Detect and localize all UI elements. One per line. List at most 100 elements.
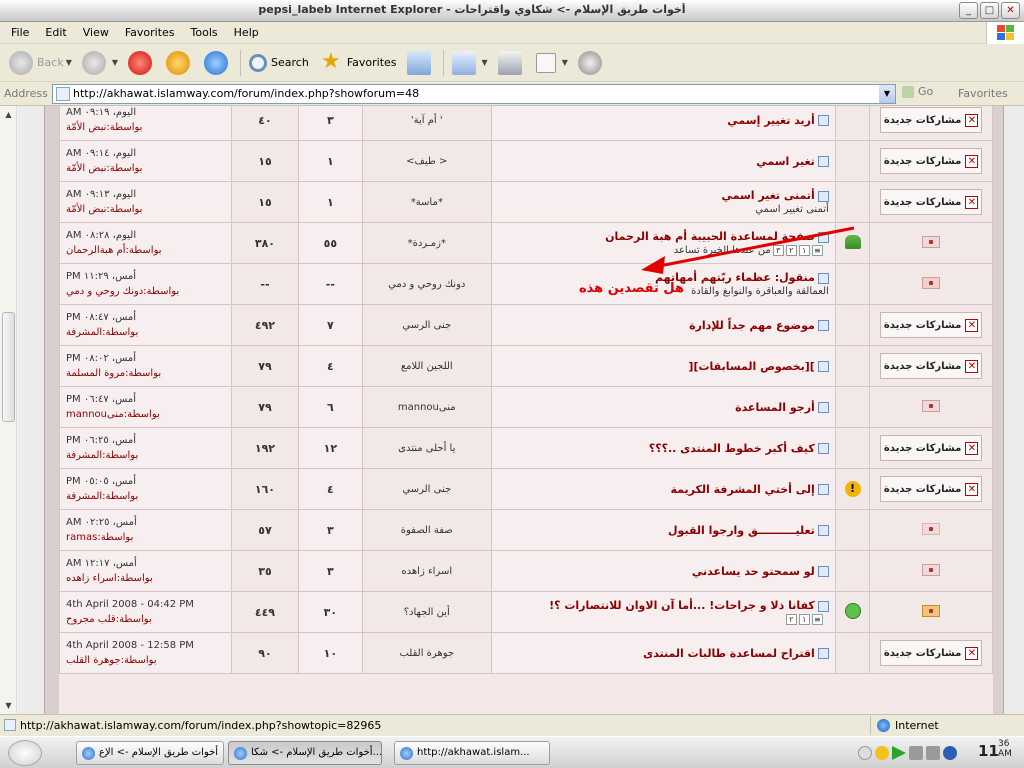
- last-post-author[interactable]: بواسطة:قلب مجروح: [66, 612, 225, 627]
- minimize-button[interactable]: _: [959, 2, 978, 19]
- topic-author[interactable]: *ماسة*: [362, 181, 492, 223]
- tray-antivirus-icon[interactable]: [943, 746, 957, 760]
- last-post-author[interactable]: بواسطة:دونك روحي و دمي: [66, 284, 225, 299]
- favorites-button[interactable]: ★ Favorites: [314, 47, 402, 79]
- topic-title-link[interactable]: تغير اسمي: [756, 155, 815, 168]
- new-posts-badge[interactable]: ✕ مشاركات جديدة: [879, 476, 983, 502]
- topic-author[interactable]: منىmannou: [362, 386, 492, 428]
- new-posts-badge[interactable]: ✕ مشاركات جديدة: [879, 640, 983, 666]
- forward-button[interactable]: ▼: [77, 47, 123, 79]
- tray-volume-icon[interactable]: [926, 746, 940, 760]
- menu-view[interactable]: View: [75, 26, 117, 39]
- last-post-author[interactable]: بواسطة:نبض الأمّة: [66, 120, 225, 135]
- tray-arrow-icon[interactable]: [858, 746, 872, 760]
- back-button[interactable]: Back ▼: [4, 47, 77, 79]
- new-posts-badge[interactable]: ✕ مشاركات جديدة: [879, 189, 983, 215]
- scroll-down-icon[interactable]: ▼: [0, 697, 17, 714]
- go-button[interactable]: Go: [902, 85, 933, 98]
- close-button[interactable]: ✕: [1001, 2, 1020, 19]
- messenger-button[interactable]: [573, 47, 611, 79]
- topic-author[interactable]: ' أم آية': [362, 106, 492, 141]
- topic-author[interactable]: جوهرة القلب: [362, 632, 492, 674]
- task-button-3[interactable]: http://akhawat.islam...: [394, 741, 550, 765]
- topic-title-link[interactable]: تعليــــــــــق وارجوا القبول: [668, 524, 815, 537]
- last-post-author[interactable]: بواسطة:المشرفة: [66, 489, 225, 504]
- last-post-author[interactable]: بواسطة:المشرفة: [66, 448, 225, 463]
- home-icon: [204, 50, 229, 75]
- topic-title-link[interactable]: أريد تغيير إسمي: [727, 114, 815, 127]
- last-post-author[interactable]: بواسطة:المشرفة: [66, 325, 225, 340]
- history-button[interactable]: [402, 47, 440, 79]
- last-post: أمس، ١١:٢٩ PM بواسطة:دونك روحي و دمي: [58, 263, 233, 305]
- topic-author[interactable]: *زمـردة*: [362, 222, 492, 264]
- new-posts-badge[interactable]: ✕ مشاركات جديدة: [879, 148, 983, 174]
- last-post-author[interactable]: بواسطة:مروة المسلمة: [66, 366, 225, 381]
- topic-author[interactable]: دونك روحي و دمي: [362, 263, 492, 305]
- last-post-author[interactable]: بواسطة:نبض الأمّة: [66, 202, 225, 217]
- last-post-author[interactable]: بواسطة:اسراء زاهده: [66, 571, 225, 586]
- topic-author[interactable]: يا أحلى منتدى: [362, 427, 492, 469]
- topic-author[interactable]: جنى الرسي: [362, 468, 492, 510]
- topic-title-link[interactable]: موضوع مهم جداً للإدارة: [689, 319, 815, 332]
- topic-title-link[interactable]: كيف أكبر خطوط المنتدى ..؟؟؟: [649, 442, 815, 455]
- page-icon: [56, 87, 70, 101]
- last-post-author[interactable]: بواسطة:نبض الأمّة: [66, 161, 225, 176]
- view-count: ٤٩٢: [231, 304, 299, 346]
- topic-author[interactable]: أين الجهاد؟: [362, 591, 492, 633]
- topic-title-link[interactable]: اقتراح لمساعدة طالبات المنتدى: [643, 647, 815, 660]
- tray-smiley-icon[interactable]: [875, 746, 889, 760]
- web-page: ✕ مشاركات جديدة أريد تغيير إسمي ' أم آية'…: [18, 106, 1024, 714]
- topic-title-link[interactable]: إلى أختي المشرفة الكريمة: [670, 483, 814, 496]
- last-post-author[interactable]: بواسطة:جوهرة القلب: [66, 653, 225, 668]
- scroll-up-icon[interactable]: ▲: [0, 106, 17, 123]
- topic-title-link[interactable]: لو سمحتو حد يساعدني: [692, 565, 815, 578]
- tray-network-icon[interactable]: [909, 746, 923, 760]
- print-button[interactable]: [493, 47, 531, 79]
- menu-tools[interactable]: Tools: [183, 26, 226, 39]
- mail-topic-icon: [922, 604, 941, 617]
- menu-edit[interactable]: Edit: [37, 26, 74, 39]
- stop-button[interactable]: [123, 47, 161, 79]
- task-button-2[interactable]: أخوات طريق الإسلام -> شكا...: [228, 741, 382, 765]
- topic-doc-icon: [817, 443, 829, 454]
- topic-title-link[interactable]: أرجو المساعدة: [735, 401, 815, 414]
- task-button-1[interactable]: أخوات طريق الإسلام -> الإع: [76, 741, 224, 765]
- topic-title-link[interactable]: ][بخصوص المسابقات][: [688, 360, 814, 373]
- scroll-thumb[interactable]: [2, 312, 15, 422]
- address-input[interactable]: http://akhawat.islamway.com/forum/index.…: [52, 84, 896, 104]
- edit-button[interactable]: ▼: [531, 47, 573, 79]
- new-posts-badge[interactable]: ✕ مشاركات جديدة: [879, 107, 983, 133]
- last-post-author[interactable]: بواسطة:منىmannou: [66, 407, 225, 422]
- topic-title-link[interactable]: أتمنى تغير اسمي: [721, 189, 814, 202]
- topic-author[interactable]: < طيف>: [362, 140, 492, 182]
- menu-file[interactable]: File: [3, 26, 37, 39]
- new-posts-badge[interactable]: ✕ مشاركات جديدة: [879, 312, 983, 338]
- home-button[interactable]: [199, 47, 237, 79]
- vertical-scrollbar[interactable]: ▲ ▼: [0, 106, 17, 714]
- window-title-bar[interactable]: pepsi_labeb Internet Explorer - أخوات طر…: [0, 0, 1024, 22]
- last-post-author[interactable]: بواسطة:ramas: [66, 530, 225, 545]
- topic-author[interactable]: جنى الرسي: [362, 304, 492, 346]
- address-dropdown[interactable]: ▼: [879, 85, 895, 103]
- links-favorites[interactable]: Favorites: [958, 87, 1008, 100]
- refresh-button[interactable]: [161, 47, 199, 79]
- topic-title-link[interactable]: كفانا ذلا و جراحات! ...أما آن الاوان للا…: [549, 599, 815, 612]
- topic-author[interactable]: اللجين اللامع: [362, 345, 492, 387]
- topic-author[interactable]: اسراء زاهده: [362, 550, 492, 592]
- topic-author[interactable]: صفة الصفوة: [362, 509, 492, 551]
- table-row: ✕ مشاركات جديدة اقتراح لمساعدة طالبات الم…: [58, 632, 993, 674]
- menu-favorites[interactable]: Favorites: [117, 26, 183, 39]
- last-post: أمس، ٠٨:٠٢ PM بواسطة:مروة المسلمة: [58, 345, 233, 387]
- topic-status: ✕ مشاركات جديدة: [869, 427, 993, 469]
- new-posts-badge[interactable]: ✕ مشاركات جديدة: [879, 435, 983, 461]
- page-link[interactable]: ٢: [785, 614, 797, 625]
- maximize-button[interactable]: □: [980, 2, 999, 19]
- start-button[interactable]: [8, 740, 42, 766]
- menu-help[interactable]: Help: [226, 26, 267, 39]
- new-posts-badge[interactable]: ✕ مشاركات جديدة: [879, 353, 983, 379]
- last-post-author[interactable]: بواسطة:أم هبةالرحمان: [66, 243, 225, 258]
- mail-button[interactable]: ▼: [447, 47, 493, 79]
- page-link[interactable]: ١: [798, 614, 810, 625]
- search-button[interactable]: Search: [244, 47, 314, 79]
- tray-play-icon[interactable]: [892, 746, 906, 760]
